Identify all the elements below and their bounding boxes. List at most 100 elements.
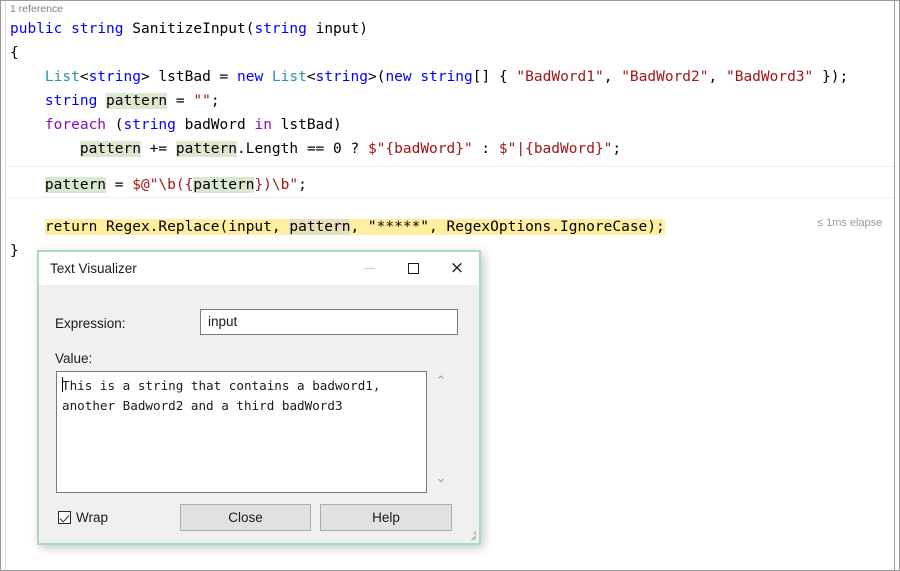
value-label: Value: — [55, 351, 93, 366]
token-lstbad5: lstBad) — [271, 117, 342, 133]
code-line-list-decl: List<string> lstBad = new List<string>(n… — [10, 65, 848, 89]
indent6 — [10, 141, 80, 157]
close-icon: × — [449, 258, 465, 278]
token-string-generic2: string — [315, 69, 368, 85]
code-line-pattern-append: pattern += pattern.Length == 0 ? $"{badW… — [10, 137, 621, 161]
expression-input[interactable]: input — [200, 309, 458, 335]
region-rule-top — [6, 166, 894, 167]
maximize-icon — [407, 263, 419, 274]
token-semi7: ; — [298, 177, 307, 193]
scroll-up-icon[interactable]: ⌃ — [433, 375, 449, 389]
code-line-return-current: return Regex.Replace(input, pattern, "**… — [10, 215, 665, 239]
codelens-reference[interactable]: 1 reference — [10, 3, 63, 15]
indent8 — [10, 219, 45, 235]
token-list-type2: List — [263, 69, 307, 85]
dialog-body: Expression: input Value: This is a strin… — [39, 285, 479, 543]
scroll-down-icon[interactable]: ⌄ — [433, 472, 449, 486]
token-gt2: >( — [367, 69, 386, 85]
token-array-close: }); — [813, 69, 849, 85]
token-interp1: $"{badWord}" — [367, 141, 473, 157]
wrap-label: Wrap — [76, 510, 109, 525]
token-lt1: < — [79, 69, 89, 85]
token-pattern-symbol8: pattern — [289, 219, 351, 235]
token-string-kw4: string — [44, 93, 98, 109]
text-visualizer-dialog[interactable]: Text Visualizer × Expression: input Valu… — [37, 250, 481, 545]
token-list-type: List — [44, 69, 80, 85]
token-array-open: [] { — [472, 69, 517, 85]
code-line-open-brace: { — [10, 45, 19, 61]
token-space2 — [124, 21, 133, 37]
maximize-button[interactable] — [391, 252, 435, 285]
token-foreach: foreach — [44, 117, 107, 133]
token-string-generic1: string — [88, 69, 141, 85]
token-empty-string: "" — [193, 93, 211, 109]
token-pattern-symbol: pattern — [106, 93, 168, 109]
resize-grip[interactable] — [461, 525, 476, 540]
minimize-button[interactable] — [347, 252, 391, 285]
code-line-pattern-decl: string pattern = ""; — [10, 89, 220, 113]
dialog-title: Text Visualizer — [50, 261, 137, 276]
token-semi6: ; — [612, 141, 622, 157]
token-space1 — [62, 21, 71, 37]
indent4 — [10, 93, 45, 109]
minimize-icon — [363, 268, 375, 269]
value-vertical-scrollbar[interactable]: ⌃ ⌄ — [430, 371, 452, 493]
sp4 — [97, 93, 106, 109]
token-new2: new — [385, 69, 412, 85]
token-pattern-symbol6a: pattern — [79, 141, 141, 157]
token-string-array: string — [411, 69, 473, 85]
token-verbatim-start: $@"\b({ — [132, 177, 194, 193]
token-badword2: "BadWord2" — [621, 69, 709, 85]
code-line-foreach: foreach (string badWord in lstBad) — [10, 113, 342, 137]
token-badword-var: badWord — [175, 117, 255, 133]
token-comma1: , — [603, 69, 622, 85]
token-param-type: string — [254, 21, 307, 37]
token-lt2: < — [306, 69, 316, 85]
token-return-type: string — [71, 21, 124, 37]
wrap-checkbox-box[interactable] — [58, 511, 71, 524]
token-interp2: $"|{badWord}" — [498, 141, 613, 157]
indent3 — [10, 69, 45, 85]
token-ternary-colon: : — [472, 141, 499, 157]
token-length-cond: .Length == 0 ? — [236, 141, 368, 157]
token-in: in — [254, 117, 272, 133]
token-paren5: ( — [106, 117, 124, 133]
close-button[interactable]: × — [435, 252, 479, 285]
token-public: public — [10, 21, 63, 37]
code-line-pattern-regex: pattern = $@"\b({pattern})\b"; — [10, 173, 307, 197]
token-return-stmt: return Regex.Replace(input, — [44, 219, 290, 235]
token-plus-eq: += — [140, 141, 176, 157]
token-badword3: "BadWord3" — [725, 69, 814, 85]
code-line-close-brace: } — [10, 243, 19, 259]
token-method-name: SanitizeInput( — [132, 21, 255, 37]
token-pattern-symbol6b: pattern — [175, 141, 237, 157]
token-comma2: , — [708, 69, 726, 85]
value-text-content: This is a string that contains a badword… — [62, 378, 389, 413]
token-return-rest: , "*****", RegexOptions.IgnoreCase); — [350, 219, 665, 235]
editor-gutter-divider — [5, 1, 6, 570]
indent5 — [10, 117, 45, 133]
token-lstbad: > lstBad = — [140, 69, 237, 85]
token-badword1: "BadWord1" — [516, 69, 604, 85]
indent7 — [10, 177, 45, 193]
application-window: 1 reference public string SanitizeInput(… — [0, 0, 900, 571]
help-button[interactable]: Help — [320, 504, 452, 531]
token-string-kw5: string — [123, 117, 176, 133]
elapsed-time-indicator: ≤ 1ms elapse — [817, 217, 883, 229]
token-assign4: = — [167, 93, 194, 109]
wrap-checkbox[interactable]: Wrap — [58, 510, 108, 525]
expression-label: Expression: — [55, 316, 126, 331]
value-textarea[interactable]: This is a string that contains a badword… — [56, 371, 427, 493]
token-verbatim-end: })\b" — [254, 177, 299, 193]
token-pattern-symbol7a: pattern — [44, 177, 107, 193]
token-new1: new — [237, 69, 264, 85]
dialog-title-bar[interactable]: Text Visualizer × — [39, 252, 479, 285]
token-param-name: input) — [306, 21, 368, 37]
token-semi4: ; — [210, 93, 220, 109]
close-dialog-button[interactable]: Close — [180, 504, 311, 531]
token-pattern-symbol7b: pattern — [193, 177, 255, 193]
region-rule-bottom — [6, 197, 894, 198]
token-assign7: = — [106, 177, 133, 193]
editor-right-divider — [894, 1, 895, 570]
code-line-signature: public string SanitizeInput(string input… — [10, 17, 368, 41]
